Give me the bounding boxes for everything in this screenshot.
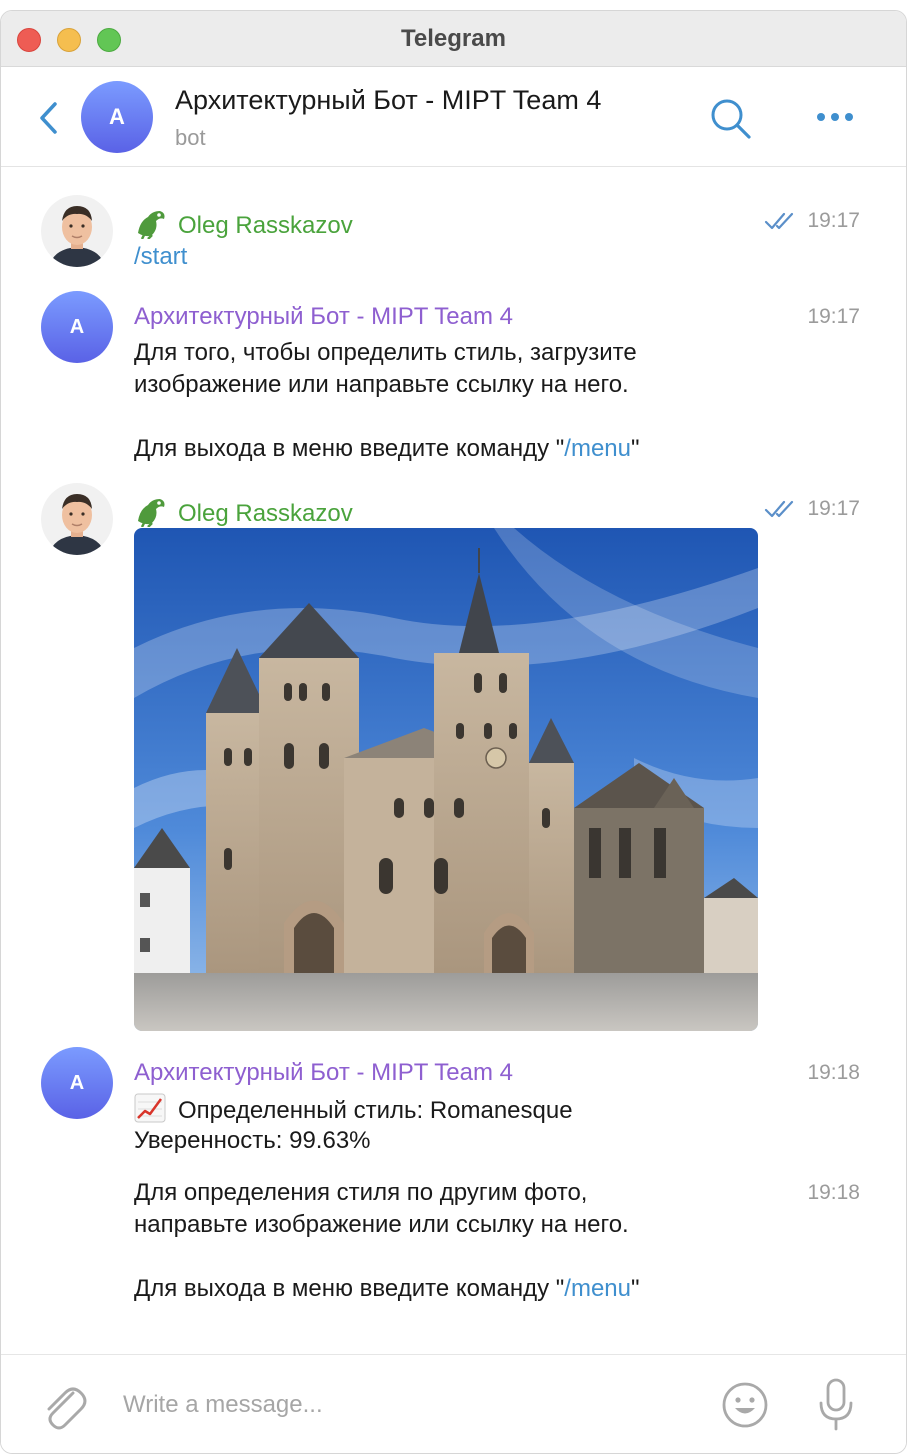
message-text-line: направьте изображение или ссылку на него… — [134, 1211, 629, 1238]
message-composer — [1, 1354, 906, 1453]
microphone-button[interactable] — [817, 1377, 855, 1433]
double-check-icon — [764, 212, 794, 230]
bot-avatar[interactable]: A — [41, 291, 113, 363]
message-time: 19:17 — [807, 305, 860, 328]
search-icon — [711, 99, 751, 139]
attach-button[interactable] — [39, 1379, 87, 1431]
user-photo-icon — [41, 483, 113, 555]
text-prefix: Для выхода в меню введите команду " — [134, 1275, 565, 1302]
back-arrow-icon — [40, 102, 57, 134]
sender-name-text: Oleg Rasskazov — [178, 500, 353, 527]
back-button[interactable] — [35, 101, 65, 135]
chat-avatar[interactable]: A — [81, 81, 153, 153]
sender-name[interactable]: Oleg Rasskazov — [134, 495, 353, 528]
text-prefix: Для выхода в меню введите команду " — [134, 435, 565, 462]
croc-emoji-icon — [138, 499, 165, 527]
more-icon — [817, 113, 853, 121]
window-title: Telegram — [401, 25, 506, 52]
emoji-icon — [722, 1382, 768, 1428]
message-text-line: Определенный стиль: Romanesque — [134, 1093, 573, 1127]
microphone-icon — [819, 1378, 853, 1431]
message-text-line: Для выхода в меню введите команду "/menu… — [134, 433, 640, 465]
double-check-icon — [764, 500, 794, 518]
sender-name[interactable]: Oleg Rasskazov — [134, 207, 353, 240]
menu-command-link[interactable]: /menu — [564, 1275, 631, 1302]
user-avatar[interactable] — [41, 483, 113, 555]
message-text-line: Для выхода в меню введите команду "/menu… — [134, 1273, 640, 1305]
search-button[interactable] — [709, 97, 753, 141]
chat-title[interactable]: Архитектурный Бот - MIPT Team 4 — [175, 85, 601, 116]
message-text-line: Для того, чтобы определить стиль, загруз… — [134, 339, 637, 366]
message-text-line: изображение или направьте ссылку на него… — [134, 371, 629, 398]
user-photo-icon — [41, 195, 113, 267]
sender-name-text: Oleg Rasskazov — [178, 212, 353, 239]
photo-attachment[interactable] — [134, 528, 758, 1031]
message-time: 19:17 — [807, 497, 860, 520]
attach-icon — [47, 1387, 87, 1430]
cathedral-photo — [134, 528, 758, 1031]
sender-name[interactable]: Архитектурный Бот - MIPT Team 4 — [134, 1059, 513, 1087]
command-link[interactable]: /start — [134, 241, 187, 273]
croc-emoji-icon — [138, 211, 165, 239]
message-time: 19:17 — [807, 209, 860, 232]
text-suffix: " — [631, 435, 640, 462]
more-options-button[interactable] — [813, 107, 857, 127]
menu-command-link[interactable]: /menu — [564, 435, 631, 462]
chat-header: A Архитектурный Бот - MIPT Team 4 bot — [1, 67, 906, 167]
message-time: 19:18 — [807, 1061, 860, 1084]
user-avatar[interactable] — [41, 195, 113, 267]
confidence-line: Уверенность: 99.63% — [134, 1127, 371, 1154]
emoji-button[interactable] — [721, 1381, 769, 1429]
message-input[interactable] — [123, 1385, 683, 1425]
bot-avatar[interactable]: A — [41, 1047, 113, 1119]
telegram-window: Telegram A Архитектурный Бот - MIPT Team… — [0, 10, 907, 1454]
chart-emoji-icon — [134, 1093, 166, 1123]
text-suffix: " — [631, 1275, 640, 1302]
message-time: 19:18 — [807, 1181, 860, 1204]
sender-name[interactable]: Архитектурный Бот - MIPT Team 4 — [134, 303, 513, 331]
message-text-line: Для определения стиля по другим фото, — [134, 1179, 588, 1206]
title-bar: Telegram — [1, 11, 906, 67]
style-result: Определенный стиль: Romanesque — [178, 1097, 573, 1124]
chat-subtitle: bot — [175, 125, 206, 150]
